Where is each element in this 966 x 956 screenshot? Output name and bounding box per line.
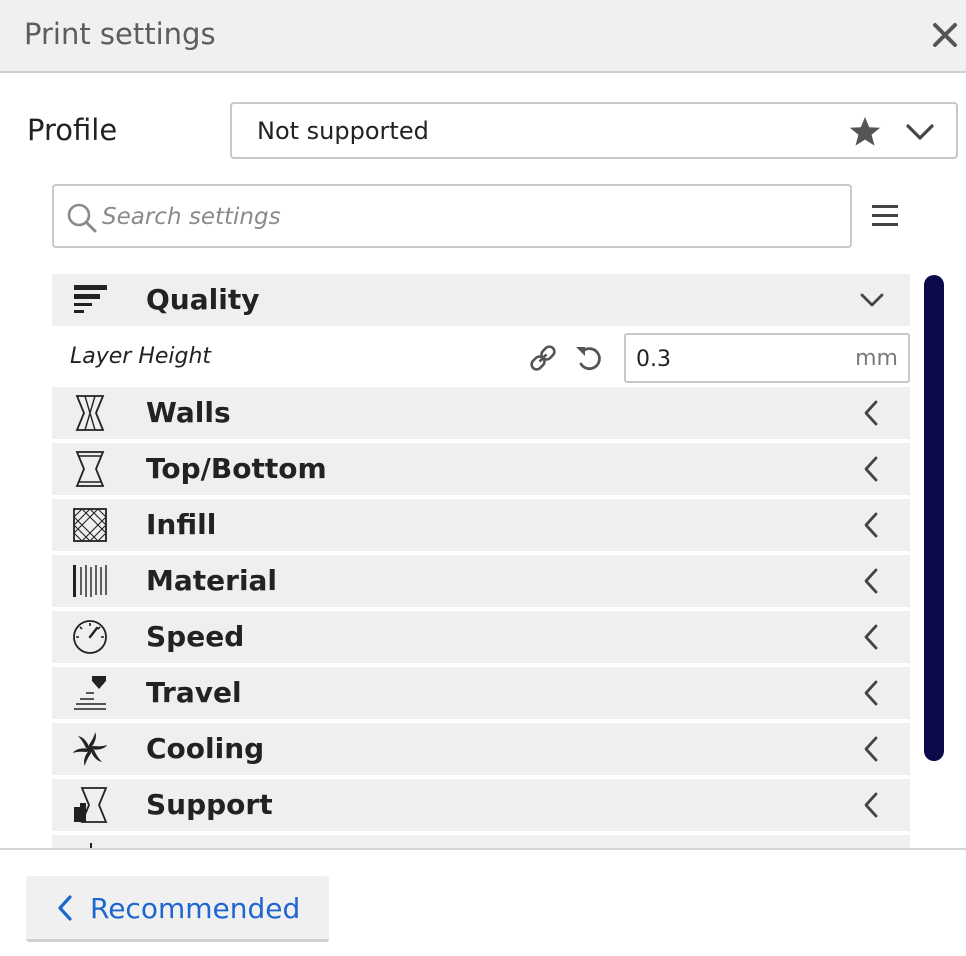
travel-icon [74,676,106,710]
category-label: Material [146,564,278,597]
menu-icon[interactable] [870,201,900,231]
footer-divider [0,848,966,850]
category-label: Speed [146,620,245,653]
category-label: Support [146,788,273,821]
chevron-left-icon[interactable] [858,455,886,483]
window-title: Print settings [24,17,216,51]
reset-icon[interactable] [574,343,604,373]
chevron-down-icon[interactable] [858,286,886,314]
recommended-label: Recommended [90,892,301,925]
category-speed[interactable]: Speed [52,611,910,663]
profile-value: Not supported [257,117,429,145]
chevron-left-icon[interactable] [858,791,886,819]
category-cooling[interactable]: Cooling [52,723,910,775]
chevron-left-icon[interactable] [858,679,886,707]
link-icon[interactable] [528,343,558,373]
layer-height-input[interactable] [636,344,836,374]
title-bar: Print settings [0,0,966,73]
category-label: Walls [146,396,231,429]
category-walls[interactable]: Walls [52,387,910,439]
cooling-icon [72,732,108,766]
profile-dropdown[interactable]: Not supported [230,102,958,159]
unit-label: mm [855,346,898,371]
chevron-down-icon[interactable] [904,118,936,146]
category-next-partial[interactable] [52,835,910,848]
scrollbar-thumb[interactable] [924,275,944,761]
category-label: Travel [146,676,242,709]
material-icon [73,565,107,597]
setting-layer-height: Layer Height mm [52,331,910,385]
category-label: Cooling [146,732,265,765]
chevron-left-icon[interactable] [858,735,886,763]
close-icon[interactable] [928,18,962,52]
search-box[interactable] [52,184,852,248]
star-icon[interactable] [848,116,882,148]
settings-list: Quality Layer Height mm Walls [52,274,910,848]
category-quality[interactable]: Quality [52,274,910,326]
infill-icon [73,508,107,542]
category-travel[interactable]: Travel [52,667,910,719]
chevron-left-icon[interactable] [858,567,886,595]
chevron-left-icon [58,895,72,921]
layer-height-field[interactable]: mm [624,333,910,383]
quality-icon [74,285,107,313]
category-support[interactable]: Support [52,779,910,831]
walls-icon [75,395,105,431]
top-bottom-icon [75,451,105,487]
setting-label: Layer Height [70,344,212,369]
category-infill[interactable]: Infill [52,499,910,551]
category-label: Quality [146,283,260,316]
category-material[interactable]: Material [52,555,910,607]
support-icon [74,787,108,823]
chevron-left-icon[interactable] [858,399,886,427]
chevron-left-icon[interactable] [858,511,886,539]
search-icon [67,203,97,233]
category-top-bottom[interactable]: Top/Bottom [52,443,910,495]
speed-icon [73,620,107,654]
category-label: Top/Bottom [146,452,327,485]
search-input[interactable] [102,198,822,236]
category-label: Infill [146,508,217,541]
recommended-button[interactable]: Recommended [26,876,329,942]
chevron-left-icon[interactable] [858,623,886,651]
profile-label: Profile [27,113,118,147]
